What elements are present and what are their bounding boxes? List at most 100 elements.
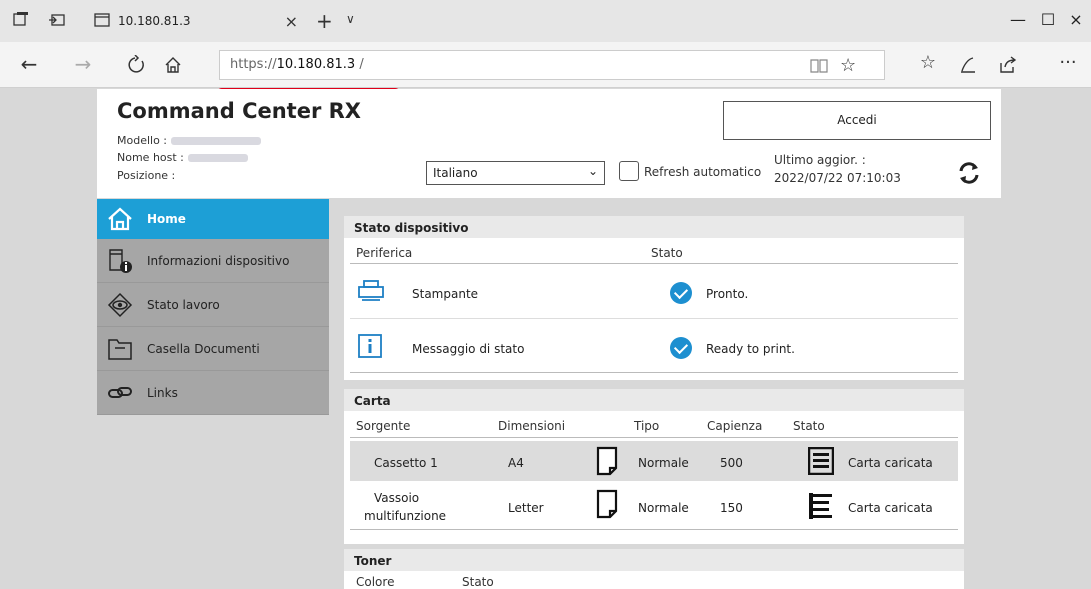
location-label: Posizione : xyxy=(117,169,176,182)
tab-preview-icon[interactable]: ∨ xyxy=(346,12,355,26)
last-update-value: 2022/07/22 07:10:03 xyxy=(774,171,901,185)
column-header: Dimensioni xyxy=(498,419,566,433)
paper-source: multifunzione xyxy=(364,509,447,523)
language-select[interactable]: Italiano ⌄ xyxy=(426,161,605,185)
paper-panel: Carta Sorgente Dimensioni Tipo Capienza … xyxy=(344,389,964,544)
reload-icon[interactable] xyxy=(124,55,150,75)
sidebar-item-label: Links xyxy=(147,385,178,400)
page-title: Command Center RX xyxy=(117,99,361,123)
paper-size: Letter xyxy=(508,501,544,515)
eye-icon xyxy=(107,292,133,317)
toner-panel: Toner Colore Stato xyxy=(344,549,964,589)
favorites-icon[interactable]: ☆ xyxy=(915,52,941,73)
printer-icon xyxy=(358,280,384,301)
column-header: Stato xyxy=(793,419,825,433)
back-icon[interactable]: ← xyxy=(16,52,42,76)
paper-type: Normale xyxy=(638,501,689,515)
set-aside-tabs-icon[interactable] xyxy=(48,11,66,29)
refresh-icon[interactable] xyxy=(955,159,983,187)
browser-nav-bar: ← → https://10.180.81.3 / ☆ ☆ ··· xyxy=(0,42,1091,125)
url-text: https://10.180.81.3 / xyxy=(230,57,364,72)
divider xyxy=(350,372,958,373)
share-icon[interactable] xyxy=(995,55,1021,75)
sidebar-item-label: Informazioni dispositivo xyxy=(147,253,290,268)
device-name: Messaggio di stato xyxy=(412,342,525,356)
device-status: Pronto. xyxy=(706,287,749,301)
pen-icon[interactable] xyxy=(955,55,981,75)
paper-sheet-icon xyxy=(596,489,618,519)
device-status-panel: Stato dispositivo Periferica Stato Stamp… xyxy=(344,216,964,380)
host-value-redacted xyxy=(187,154,248,162)
tab-active[interactable]: 10.180.81.3 × xyxy=(84,0,306,42)
sidebar-item-job-status[interactable]: Stato lavoro xyxy=(97,283,329,327)
column-header: Tipo xyxy=(634,419,660,433)
info-icon xyxy=(358,334,382,358)
minimize-icon[interactable]: — xyxy=(1008,10,1028,29)
device-status: Ready to print. xyxy=(706,342,795,356)
last-update-label: Ultimo aggior. : xyxy=(774,153,866,167)
browser-tab-bar: 10.180.81.3 × + ∨ — ☐ × xyxy=(0,0,1091,42)
paper-capacity: 500 xyxy=(720,456,743,470)
auto-refresh-label: Refresh automatico xyxy=(644,165,762,179)
section-title: Toner xyxy=(344,549,964,571)
sidebar-item-document-box[interactable]: Casella Documenti xyxy=(97,327,329,371)
page-header: Command Center RX Modello : Nome host : … xyxy=(97,89,1001,198)
model-label: Modello : xyxy=(117,134,262,147)
paper-type: Normale xyxy=(638,456,689,470)
column-header: Stato xyxy=(462,575,494,589)
host-label: Nome host : xyxy=(117,151,248,164)
sidebar-item-links[interactable]: Links xyxy=(97,371,329,415)
sidebar-item-label: Home xyxy=(147,212,186,226)
paper-source: Cassetto 1 xyxy=(374,456,438,470)
paper-status: Carta caricata xyxy=(848,456,933,470)
maximize-icon[interactable]: ☐ xyxy=(1038,10,1058,29)
paper-level-full-icon xyxy=(808,447,834,475)
column-header: Capienza xyxy=(707,419,763,433)
address-bar[interactable]: https://10.180.81.3 / ☆ xyxy=(219,50,885,80)
column-header: Periferica xyxy=(356,246,413,260)
language-value: Italiano xyxy=(433,166,478,180)
column-header: Colore xyxy=(356,575,395,589)
login-button[interactable]: Accedi xyxy=(723,101,991,140)
paper-status: Carta caricata xyxy=(848,501,933,515)
column-header: Sorgente xyxy=(356,419,411,433)
home-icon[interactable] xyxy=(160,55,186,75)
page-icon xyxy=(94,13,110,27)
column-header: Stato xyxy=(651,246,683,260)
divider xyxy=(350,437,958,438)
paper-source: Vassoio xyxy=(374,491,420,505)
divider xyxy=(350,529,958,530)
document-box-icon xyxy=(108,338,132,360)
sidebar: Home Informazioni dispositivo Stato lavo… xyxy=(97,199,329,415)
ok-check-icon xyxy=(670,282,692,304)
forward-icon[interactable]: → xyxy=(70,52,96,76)
more-icon[interactable]: ··· xyxy=(1055,52,1081,73)
paper-level-full-icon xyxy=(809,493,832,519)
tab-actions-icon[interactable] xyxy=(12,11,30,29)
paper-sheet-icon xyxy=(596,446,618,476)
sidebar-item-home[interactable]: Home xyxy=(97,199,329,239)
section-title: Carta xyxy=(344,389,964,411)
tab-title: 10.180.81.3 xyxy=(118,14,191,28)
section-title: Stato dispositivo xyxy=(344,216,964,238)
sidebar-item-label: Casella Documenti xyxy=(147,341,260,356)
link-icon xyxy=(108,386,132,398)
auto-refresh-checkbox[interactable] xyxy=(619,161,639,181)
device-name: Stampante xyxy=(412,287,479,301)
favorite-star-icon[interactable]: ☆ xyxy=(840,55,856,76)
reading-view-icon[interactable] xyxy=(810,58,828,74)
device-info-icon xyxy=(109,248,132,273)
close-window-icon[interactable]: × xyxy=(1066,10,1086,29)
ok-check-icon xyxy=(670,337,692,359)
paper-capacity: 150 xyxy=(720,501,743,515)
model-value-redacted xyxy=(171,137,262,145)
paper-size: A4 xyxy=(508,456,524,470)
sidebar-item-device-info[interactable]: Informazioni dispositivo xyxy=(97,239,329,283)
home-icon xyxy=(108,207,132,231)
tab-close-icon[interactable]: × xyxy=(285,12,298,31)
new-tab-icon[interactable]: + xyxy=(316,9,333,33)
divider xyxy=(350,263,958,264)
chevron-down-icon: ⌄ xyxy=(587,164,598,178)
sidebar-item-label: Stato lavoro xyxy=(147,297,220,312)
divider xyxy=(350,318,958,319)
